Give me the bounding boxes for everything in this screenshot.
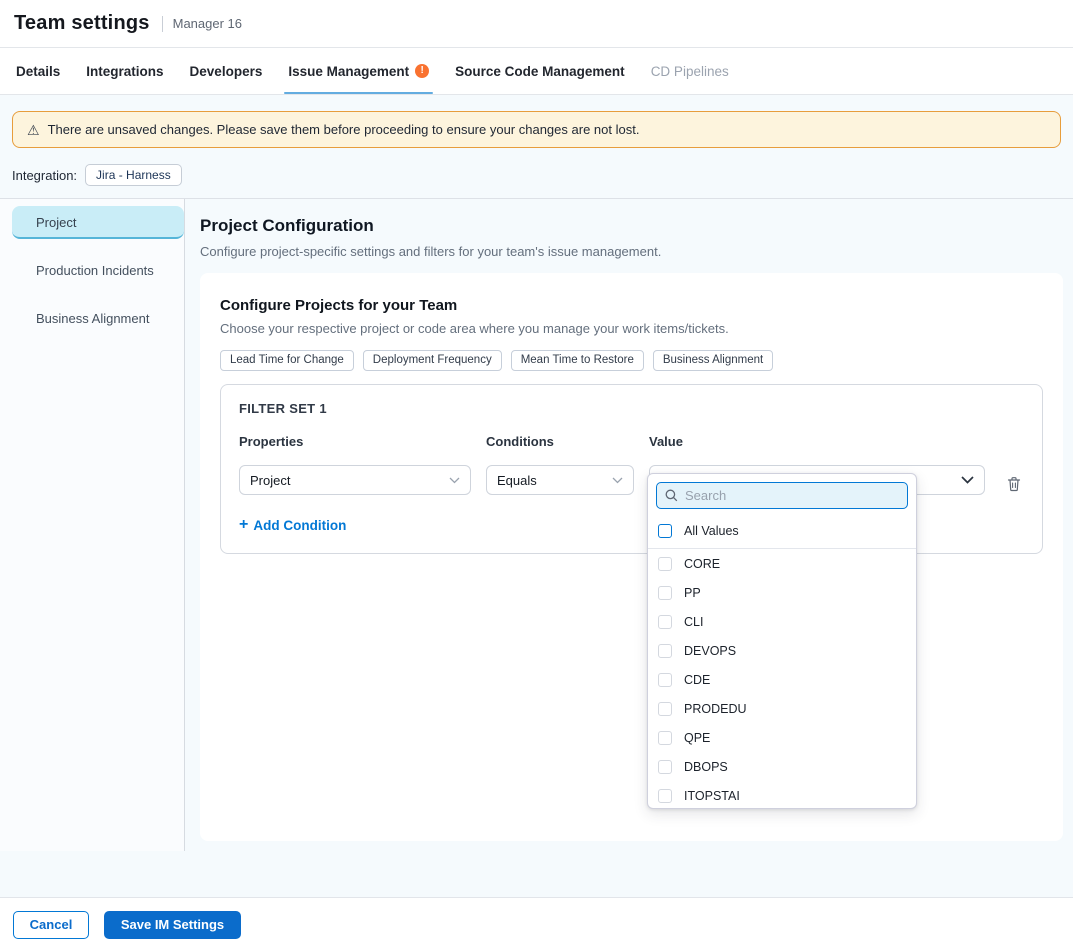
metric-chip-business-alignment: Business Alignment — [653, 350, 773, 371]
tab-bar: Details Integrations Developers Issue Ma… — [0, 48, 1073, 95]
chevron-down-icon — [961, 476, 974, 484]
unsaved-changes-badge-icon: ! — [415, 64, 429, 78]
filter-set-title: FILTER SET 1 — [239, 401, 1024, 416]
sidebar-item-business-alignment[interactable]: Business Alignment — [12, 302, 184, 335]
content-area: ⚠ There are unsaved changes. Please save… — [0, 95, 1073, 897]
value-column-label: Value — [649, 434, 985, 449]
trash-icon — [1007, 476, 1021, 492]
option-checkbox[interactable] — [658, 673, 672, 687]
option-checkbox[interactable] — [658, 789, 672, 803]
team-name-label: Manager 16 — [173, 16, 242, 31]
value-options-dropdown: All Values CORE PP CLI DEVOPS CDE PRODED… — [647, 473, 917, 809]
page-title: Team settings — [14, 12, 150, 35]
option-core[interactable]: CORE — [648, 549, 916, 578]
filter-set-1: FILTER SET 1 Properties Project — [220, 384, 1043, 554]
settings-sidebar: Project Production Incidents Business Al… — [0, 199, 185, 851]
tab-cd-pipelines: CD Pipelines — [651, 48, 729, 94]
banner-message: There are unsaved changes. Please save t… — [48, 122, 640, 137]
section-title: Project Configuration — [200, 216, 1063, 236]
page-header: Team settings Manager 16 — [0, 0, 1073, 48]
tab-details[interactable]: Details — [16, 48, 60, 94]
chevron-down-icon — [449, 477, 460, 484]
card-title: Configure Projects for your Team — [220, 297, 1043, 314]
filter-row: Properties Project Conditions — [239, 434, 1024, 495]
delete-condition-button[interactable] — [1004, 474, 1024, 494]
option-cli[interactable]: CLI — [648, 607, 916, 636]
title-divider — [162, 16, 163, 32]
integration-row: Integration: Jira - Harness — [12, 164, 1061, 186]
chevron-down-icon — [612, 477, 623, 484]
option-checkbox[interactable] — [658, 615, 672, 629]
tab-integrations[interactable]: Integrations — [86, 48, 163, 94]
dropdown-search-box — [656, 482, 908, 509]
section-subtitle: Configure project-specific settings and … — [200, 244, 1063, 259]
option-checkbox[interactable] — [658, 731, 672, 745]
main-panel: Project Configuration Configure project-… — [185, 199, 1073, 897]
metric-chip-deployment-frequency: Deployment Frequency — [363, 350, 502, 371]
metric-chip-row: Lead Time for Change Deployment Frequenc… — [220, 350, 1043, 371]
page: Team settings Manager 16 Details Integra… — [0, 0, 1073, 951]
warning-triangle-icon: ⚠ — [27, 123, 40, 137]
save-im-settings-button[interactable]: Save IM Settings — [104, 911, 241, 939]
option-qpe[interactable]: QPE — [648, 723, 916, 752]
integration-chip[interactable]: Jira - Harness — [85, 164, 182, 186]
option-checkbox[interactable] — [658, 760, 672, 774]
option-dbops[interactable]: DBOPS — [648, 752, 916, 781]
option-devops[interactable]: DEVOPS — [648, 636, 916, 665]
option-checkbox[interactable] — [658, 586, 672, 600]
tab-source-code-management[interactable]: Source Code Management — [455, 48, 625, 94]
properties-column-label: Properties — [239, 434, 471, 449]
add-condition-button[interactable]: + Add Condition — [239, 517, 346, 533]
integration-label: Integration: — [12, 168, 77, 183]
search-input[interactable] — [685, 488, 899, 503]
metric-chip-lead-time: Lead Time for Change — [220, 350, 354, 371]
option-checkbox[interactable] — [658, 702, 672, 716]
sidebar-item-production-incidents[interactable]: Production Incidents — [12, 254, 184, 287]
sidebar-item-project[interactable]: Project — [12, 206, 184, 239]
condition-select[interactable]: Equals — [486, 465, 634, 495]
search-icon — [665, 489, 678, 502]
footer-action-bar: Cancel Save IM Settings — [0, 897, 1073, 951]
plus-icon: + — [239, 517, 248, 533]
tab-developers[interactable]: Developers — [190, 48, 263, 94]
option-itopstai[interactable]: ITOPSTAI — [648, 781, 916, 809]
conditions-column-label: Conditions — [486, 434, 634, 449]
unsaved-changes-banner: ⚠ There are unsaved changes. Please save… — [12, 111, 1061, 148]
option-pp[interactable]: PP — [648, 578, 916, 607]
option-prodedu[interactable]: PRODEDU — [648, 694, 916, 723]
configure-projects-card: Configure Projects for your Team Choose … — [200, 273, 1063, 841]
metric-chip-mean-time-to-restore: Mean Time to Restore — [511, 350, 644, 371]
option-cde[interactable]: CDE — [648, 665, 916, 694]
card-subtitle: Choose your respective project or code a… — [220, 321, 1043, 336]
all-values-checkbox[interactable] — [658, 524, 672, 538]
cancel-button[interactable]: Cancel — [13, 911, 89, 939]
select-all-values-option[interactable]: All Values — [648, 517, 916, 549]
split-layout: Project Production Incidents Business Al… — [0, 198, 1073, 897]
property-select[interactable]: Project — [239, 465, 471, 495]
tab-issue-management[interactable]: Issue Management ! — [288, 48, 429, 94]
option-checkbox[interactable] — [658, 557, 672, 571]
option-checkbox[interactable] — [658, 644, 672, 658]
